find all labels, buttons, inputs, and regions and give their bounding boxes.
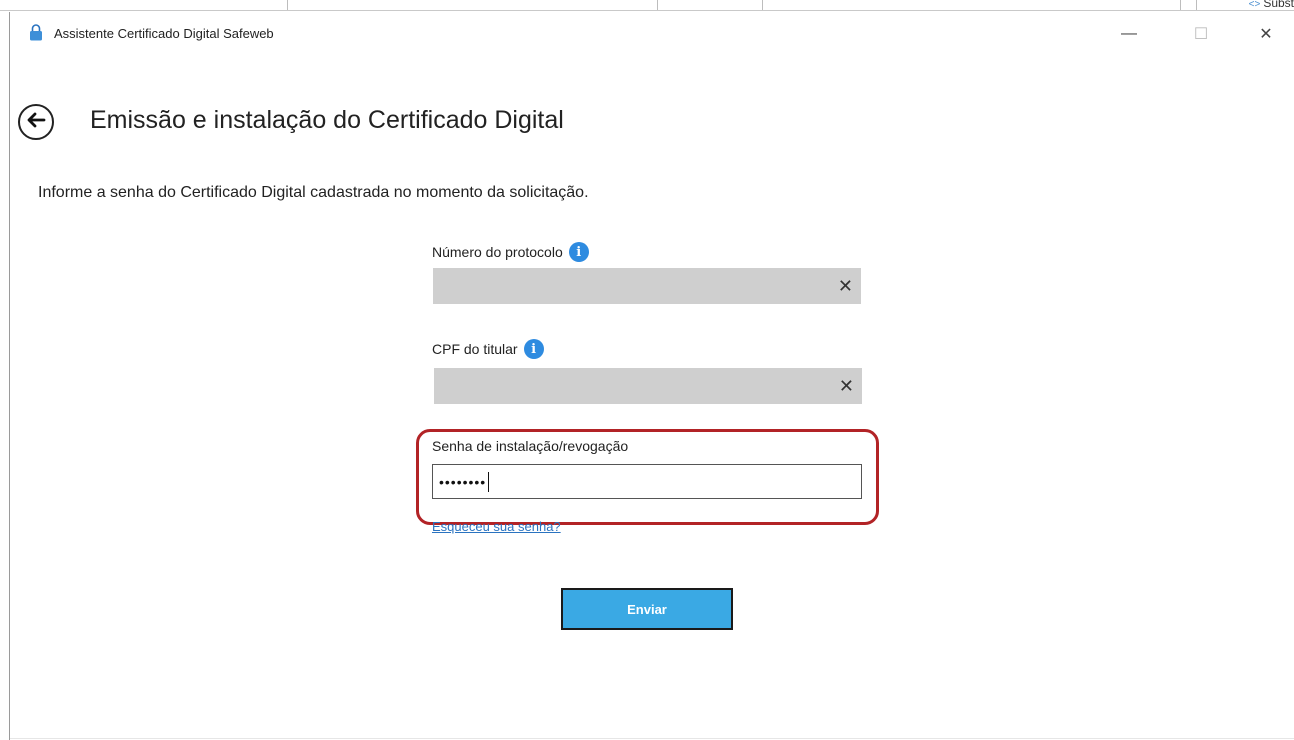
screen: <> Subst Assistente Certificado Digital S…: [0, 0, 1294, 740]
link-icon: <>: [1248, 0, 1261, 10]
text-caret: [488, 471, 490, 492]
lock-icon: [29, 24, 43, 41]
submit-button[interactable]: Enviar: [561, 588, 733, 630]
minimize-button[interactable]: —: [1107, 18, 1151, 50]
protocol-field-label: Número do protocolo i: [432, 242, 589, 262]
background-window-strip: <> Subst: [0, 0, 1294, 12]
back-button[interactable]: [18, 104, 54, 140]
clear-cpf-icon[interactable]: ✕: [839, 368, 854, 404]
close-button[interactable]: ✕: [1244, 18, 1288, 50]
protocol-label-text: Número do protocolo: [432, 244, 563, 260]
window-title: Assistente Certificado Digital Safeweb: [54, 26, 274, 41]
password-field-label: Senha de instalação/revogação: [432, 438, 628, 454]
info-icon[interactable]: i: [568, 242, 589, 262]
password-masked-value: ••••••••: [439, 473, 487, 490]
arrow-left-icon: [26, 112, 46, 133]
cpf-label-text: CPF do titular: [432, 341, 518, 357]
clear-protocol-icon[interactable]: ✕: [838, 268, 853, 304]
protocol-number-input[interactable]: ✕: [433, 268, 861, 304]
info-icon[interactable]: i: [523, 339, 544, 359]
cpf-input[interactable]: ✕: [434, 368, 862, 404]
page-title: Emissão e instalação do Certificado Digi…: [90, 106, 564, 134]
instruction-text: Informe a senha do Certificado Digital c…: [38, 184, 589, 201]
maximize-button[interactable]: ☐: [1179, 18, 1223, 50]
password-label-text: Senha de instalação/revogação: [432, 438, 629, 454]
background-window-text: <> Subst: [1248, 0, 1294, 10]
title-bar: Assistente Certificado Digital Safeweb —…: [10, 12, 1294, 56]
window-bottom-divider: [10, 738, 1294, 739]
password-input[interactable]: ••••••••: [432, 464, 862, 499]
forgot-password-link[interactable]: Esqueceu sua senha?: [432, 519, 561, 534]
assistant-window: Assistente Certificado Digital Safeweb —…: [9, 12, 1294, 740]
cpf-field-label: CPF do titular i: [432, 339, 544, 359]
